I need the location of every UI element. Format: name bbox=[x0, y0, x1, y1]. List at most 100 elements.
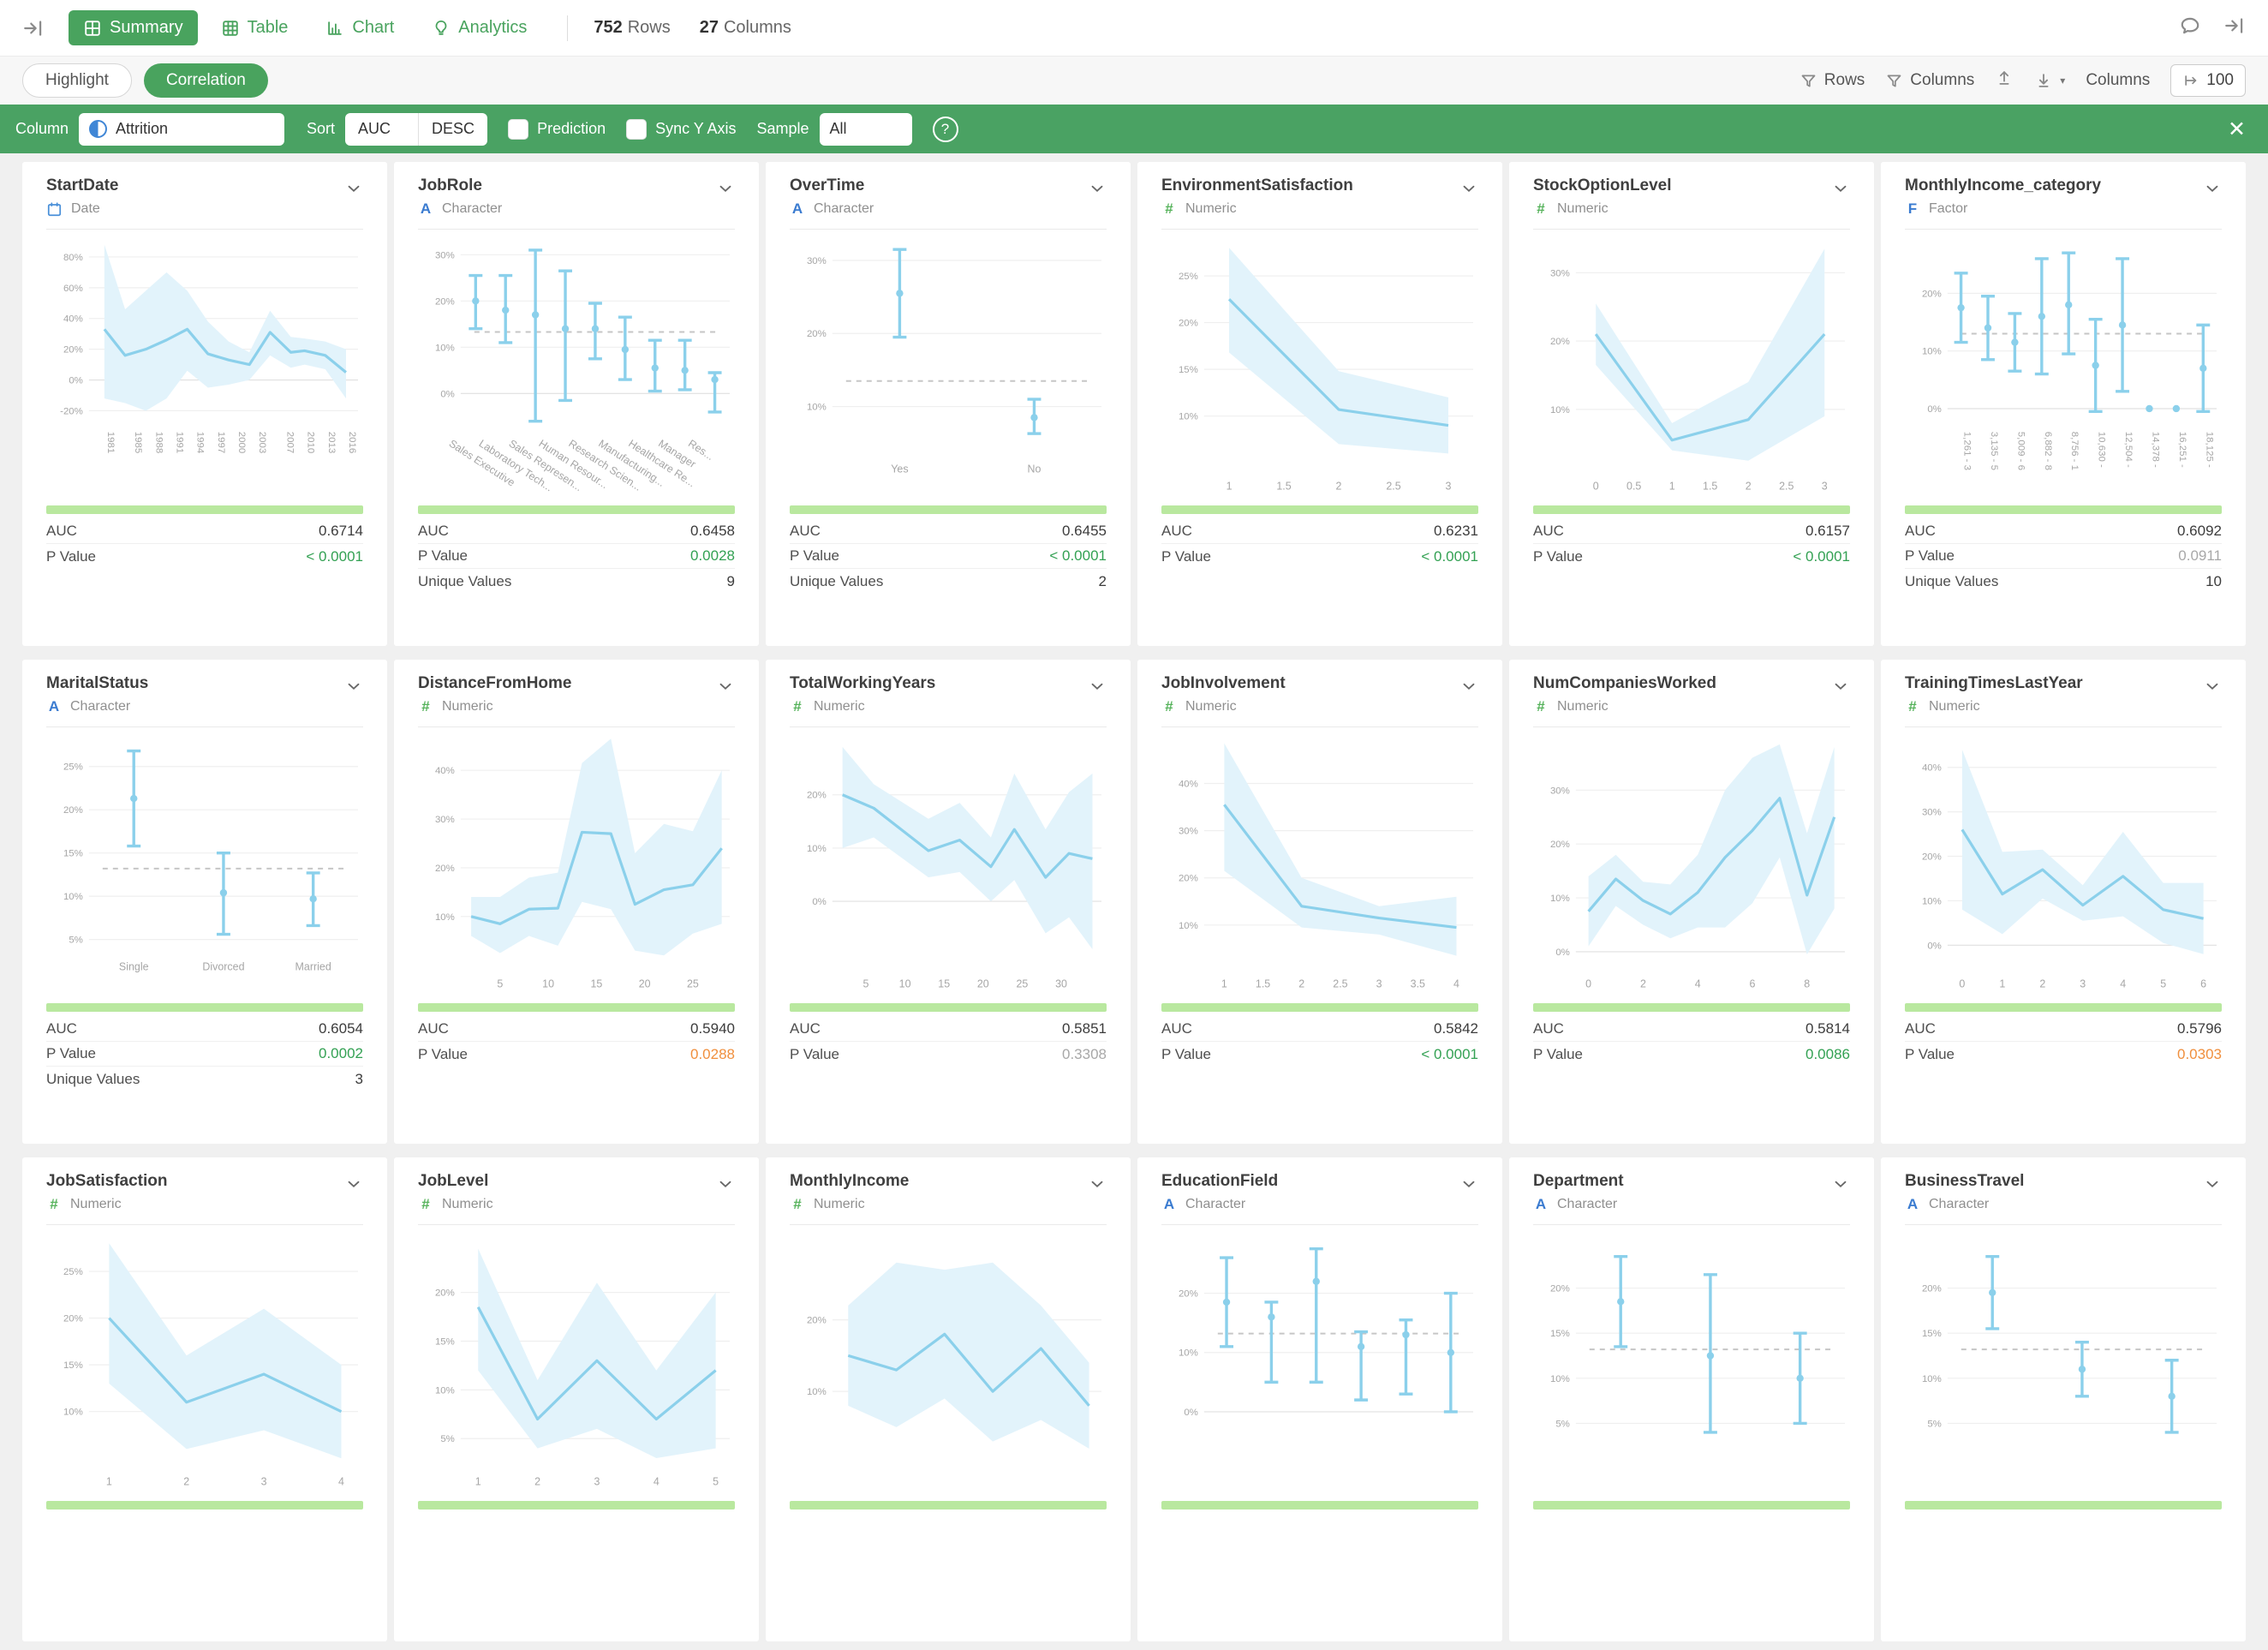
svg-text:10%: 10% bbox=[807, 403, 827, 413]
auc-value: 0.5842 bbox=[1434, 1020, 1478, 1037]
chevron-down-icon[interactable] bbox=[344, 677, 363, 696]
svg-text:2.5: 2.5 bbox=[1333, 978, 1347, 990]
svg-text:8: 8 bbox=[1804, 978, 1810, 990]
correlation-button[interactable]: Correlation bbox=[144, 63, 268, 98]
sort-value[interactable]: AUC bbox=[345, 113, 419, 146]
columns-limit-box[interactable]: 100 bbox=[2170, 64, 2246, 97]
auc-row: AUC 0.6157 bbox=[1533, 519, 1850, 544]
svg-text:20: 20 bbox=[639, 978, 651, 990]
numeric-type-icon: # bbox=[1533, 697, 1549, 716]
numeric-type-icon: # bbox=[46, 1195, 62, 1214]
chevron-down-icon[interactable] bbox=[344, 179, 363, 198]
checkbox-icon[interactable] bbox=[508, 119, 528, 140]
map-to-icon bbox=[2182, 72, 2199, 89]
auc-row: AUC 0.5796 bbox=[1905, 1017, 2222, 1042]
chevron-down-icon[interactable] bbox=[1831, 1175, 1850, 1193]
significance-bar bbox=[1533, 1003, 1850, 1012]
p-value: < 0.0001 bbox=[306, 548, 363, 565]
chevron-down-icon[interactable] bbox=[2203, 677, 2222, 696]
p-value: 0.0002 bbox=[319, 1045, 363, 1062]
chevron-down-icon[interactable] bbox=[2203, 1175, 2222, 1193]
sync-y-axis-checkbox[interactable]: Sync Y Axis bbox=[626, 119, 736, 140]
svg-text:10,630 -: 10,630 - bbox=[2097, 432, 2107, 468]
card-header: JobRole ACharacter bbox=[418, 176, 735, 230]
card-stats: AUC 0.5851 P Value 0.3308 bbox=[790, 1017, 1107, 1067]
svg-text:3: 3 bbox=[1376, 978, 1382, 990]
chevron-down-icon[interactable] bbox=[1088, 1175, 1107, 1193]
svg-text:20%: 20% bbox=[435, 296, 455, 307]
auc-value: 0.6157 bbox=[1805, 523, 1850, 540]
svg-text:1: 1 bbox=[1999, 978, 2005, 990]
checkbox-icon[interactable] bbox=[626, 119, 647, 140]
svg-text:5: 5 bbox=[713, 1476, 719, 1488]
column-title: TotalWorkingYears bbox=[790, 673, 1107, 694]
filter-rows-button[interactable]: Rows bbox=[1799, 71, 1865, 90]
column-title: BusinessTravel bbox=[1905, 1171, 2222, 1192]
type-label: Numeric bbox=[442, 1195, 493, 1214]
column-card: BusinessTravel ACharacter 20%15%10%5% bbox=[1881, 1157, 2246, 1641]
chevron-down-icon[interactable] bbox=[344, 1175, 363, 1193]
card-header: NumCompaniesWorked #Numeric bbox=[1533, 673, 1850, 727]
svg-text:0%: 0% bbox=[440, 389, 455, 399]
upload-icon[interactable] bbox=[1995, 69, 2014, 93]
column-card: StartDate Date 80%60%40%20%0%-20%1981198… bbox=[22, 162, 387, 646]
svg-text:3: 3 bbox=[594, 1476, 600, 1488]
prediction-checkbox[interactable]: Prediction bbox=[508, 119, 606, 140]
p-value-row: P Value 0.0028 bbox=[418, 544, 735, 569]
row-count: 752Rows bbox=[594, 18, 670, 38]
significance-bar bbox=[1533, 505, 1850, 514]
auc-row: AUC 0.5940 bbox=[418, 1017, 735, 1042]
close-icon[interactable]: ✕ bbox=[2228, 117, 2246, 142]
tab-table[interactable]: Table bbox=[206, 10, 303, 45]
chevron-down-icon[interactable] bbox=[1459, 1175, 1478, 1193]
collapse-panel-icon[interactable] bbox=[22, 17, 45, 39]
p-value: < 0.0001 bbox=[1421, 548, 1478, 565]
sample-value: All bbox=[830, 120, 847, 138]
svg-text:0.5: 0.5 bbox=[1626, 481, 1641, 493]
column-card: DistanceFromHome #Numeric 40%30%20%10%51… bbox=[394, 660, 759, 1144]
svg-text:20%: 20% bbox=[1922, 289, 1942, 299]
svg-text:30%: 30% bbox=[807, 256, 827, 266]
chevron-down-icon[interactable] bbox=[716, 1175, 735, 1193]
download-menu-icon[interactable]: ▾ bbox=[2034, 71, 2065, 90]
svg-text:10%: 10% bbox=[1922, 896, 1942, 906]
chevron-down-icon[interactable] bbox=[1831, 179, 1850, 198]
svg-text:5,009 - 6: 5,009 - 6 bbox=[2015, 432, 2026, 470]
svg-text:20%: 20% bbox=[63, 1314, 83, 1324]
svg-text:1994: 1994 bbox=[195, 432, 206, 454]
significance-bar bbox=[46, 1003, 363, 1012]
significance-bar bbox=[46, 505, 363, 514]
filter-columns-button[interactable]: Columns bbox=[1885, 71, 1974, 90]
help-icon[interactable]: ? bbox=[933, 117, 958, 142]
svg-text:10%: 10% bbox=[63, 1408, 83, 1418]
column-type: #Numeric bbox=[790, 1195, 1107, 1214]
svg-text:20%: 20% bbox=[435, 864, 455, 874]
sort-direction[interactable]: DESC bbox=[419, 113, 487, 146]
tab-analytics[interactable]: Analytics bbox=[417, 10, 541, 45]
svg-text:10%: 10% bbox=[435, 912, 455, 923]
comment-icon[interactable] bbox=[2179, 15, 2201, 41]
chevron-down-icon[interactable] bbox=[716, 179, 735, 198]
chevron-down-icon[interactable] bbox=[2203, 179, 2222, 198]
svg-text:0%: 0% bbox=[69, 376, 83, 386]
type-label: Numeric bbox=[70, 1195, 122, 1214]
chevron-down-icon[interactable] bbox=[1088, 677, 1107, 696]
chevron-down-icon[interactable] bbox=[1459, 179, 1478, 198]
unique-values-row: Unique Values 9 bbox=[418, 569, 735, 594]
p-value-row: P Value 0.0911 bbox=[1905, 544, 2222, 569]
chevron-down-icon[interactable] bbox=[716, 677, 735, 696]
tab-summary[interactable]: Summary bbox=[69, 10, 198, 45]
highlight-button[interactable]: Highlight bbox=[22, 63, 132, 98]
sort-select[interactable]: AUC DESC bbox=[345, 113, 487, 146]
svg-text:2010: 2010 bbox=[306, 432, 316, 453]
target-column-select[interactable]: Attrition bbox=[79, 113, 284, 146]
sample-select[interactable]: All bbox=[820, 113, 912, 146]
chevron-down-icon[interactable] bbox=[1459, 677, 1478, 696]
tab-chart[interactable]: Chart bbox=[311, 10, 409, 45]
calendar-icon bbox=[46, 201, 63, 218]
chevron-down-icon[interactable] bbox=[1088, 179, 1107, 198]
chevron-down-icon[interactable] bbox=[1831, 677, 1850, 696]
p-value-row: P Value 0.0086 bbox=[1533, 1042, 1850, 1067]
auc-value: 0.5814 bbox=[1805, 1020, 1850, 1037]
expand-panel-icon[interactable] bbox=[2223, 15, 2246, 41]
